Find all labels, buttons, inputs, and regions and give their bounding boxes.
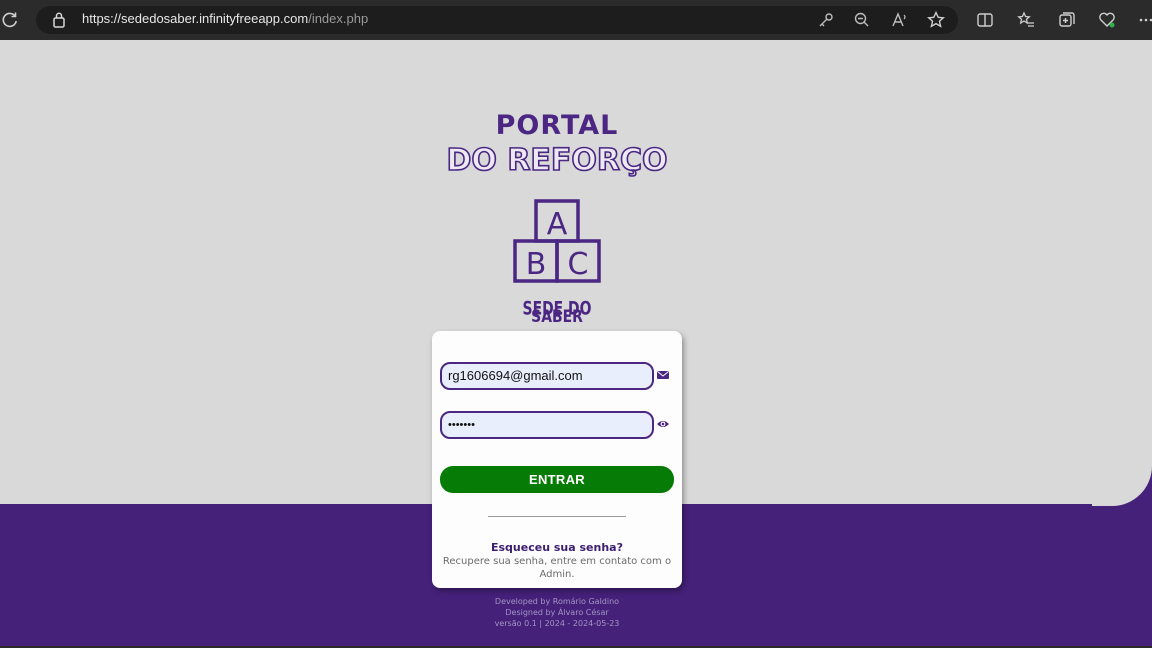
browser-toolbar: https://sededosaber.infinityfreeapp.com/… <box>0 0 1152 41</box>
url-text[interactable]: https://sededosaber.infinityfreeapp.com/… <box>82 11 368 26</box>
browser-essentials-icon[interactable] <box>1097 10 1117 30</box>
forgot-password-link[interactable]: Esqueceu sua senha? <box>432 541 682 554</box>
key-icon[interactable] <box>816 10 836 30</box>
divider <box>488 516 626 517</box>
block-letter-c: C <box>568 247 589 282</box>
more-icon[interactable] <box>1136 10 1152 30</box>
designer-credit: Designed by Álvaro César <box>505 608 609 617</box>
portal-title: PORTAL <box>495 110 619 141</box>
email-field[interactable]: rg1606694@gmail.com <box>440 362 654 390</box>
page-viewport: PORTAL DO REFORÇO A B C SEDE DO SABER rg… <box>0 40 1152 646</box>
read-aloud-icon[interactable] <box>890 10 910 30</box>
sede-do-saber-logo: A B C SEDE DO SABER <box>513 199 601 327</box>
version-text: versão 0.1 | 2024 - 2024-05-23 <box>494 619 620 628</box>
block-letter-a: A <box>547 207 568 242</box>
recover-password-text: Recupere sua senha, entre em contato com… <box>442 556 672 580</box>
logo-text-line2: SABER <box>531 307 583 327</box>
favorites-list-icon[interactable] <box>1016 10 1036 30</box>
abc-blocks-icon: A B C <box>513 199 601 283</box>
collections-icon[interactable] <box>1057 10 1077 30</box>
developer-credit: Developed by Romário Galdino <box>494 597 620 606</box>
lock-icon[interactable] <box>52 11 66 29</box>
eye-icon[interactable] <box>656 417 670 431</box>
refresh-icon[interactable] <box>0 10 20 30</box>
portal-subtitle: DO REFORÇO <box>446 142 669 179</box>
envelope-icon <box>657 371 669 379</box>
zoom-out-icon[interactable] <box>852 10 872 30</box>
url-host: https://sededosaber.infinityfreeapp.com <box>82 11 309 26</box>
favorite-star-icon[interactable] <box>926 10 946 30</box>
band-curve <box>1092 454 1152 506</box>
password-field[interactable]: ••••••• <box>440 411 654 439</box>
login-button[interactable]: ENTRAR <box>440 466 674 493</box>
split-screen-icon[interactable] <box>975 10 995 30</box>
login-card: rg1606694@gmail.com ••••••• ENTRAR Esque… <box>432 331 682 588</box>
block-letter-b: B <box>526 247 547 282</box>
url-path: /index.php <box>308 11 369 26</box>
